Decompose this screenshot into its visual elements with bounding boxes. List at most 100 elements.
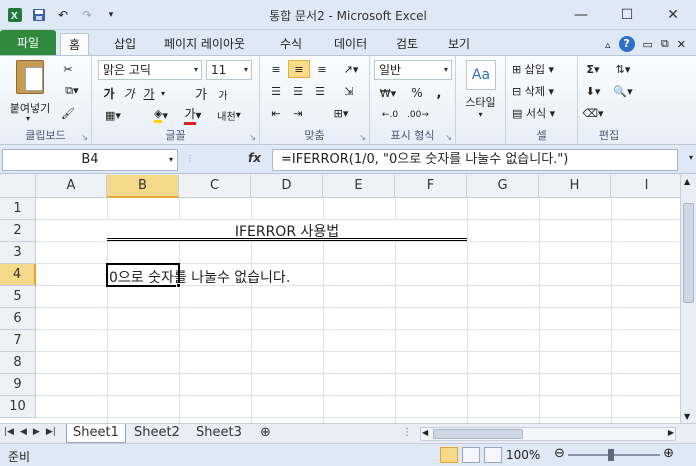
column-header-h[interactable]: H [539, 175, 611, 198]
fill-icon[interactable]: ⬇▾ [582, 82, 604, 100]
merge-center-icon[interactable]: ⊞▾ [326, 104, 356, 122]
tab-insert[interactable]: 삽입 [106, 33, 144, 56]
tab-split-icon[interactable]: ⋮ [402, 427, 412, 438]
page-layout-view-icon[interactable] [462, 447, 480, 463]
font-color-button[interactable]: 가 ▾ [180, 106, 206, 125]
sheet-tab-sheet1[interactable]: Sheet1 [66, 424, 126, 443]
normal-view-icon[interactable] [440, 447, 458, 463]
name-box[interactable]: B4 ▾ [2, 149, 178, 171]
horizontal-scrollbar[interactable]: ◀ ▶ [420, 427, 676, 441]
bold-button[interactable]: 가 [100, 84, 118, 102]
worksheet-grid[interactable]: A B C D E F G H I 1 2 3 4 5 6 7 8 9 10 I… [0, 175, 680, 423]
sheet-tab-sheet2[interactable]: Sheet2 [128, 424, 186, 443]
horizontal-scroll-thumb[interactable] [433, 429, 523, 439]
align-right-icon[interactable]: ☰ [310, 82, 330, 100]
next-sheet-icon[interactable]: ▶ [33, 427, 40, 437]
autosum-icon[interactable]: Σ▾ [582, 60, 604, 78]
row-header-4[interactable]: 4 [0, 264, 36, 286]
column-header-b[interactable]: B [107, 175, 179, 198]
delete-cells-button[interactable]: ⊟ 삭제 ▾ [512, 82, 574, 100]
close-button[interactable]: ✕ [650, 0, 696, 30]
border-button[interactable]: ▦▾ [100, 106, 126, 124]
maximize-button[interactable]: ☐ [604, 0, 650, 30]
prev-sheet-icon[interactable]: ◀ [20, 427, 27, 437]
row-header-10[interactable]: 10 [0, 396, 36, 418]
row-header-1[interactable]: 1 [0, 198, 36, 220]
title-merged-cell[interactable]: IFERROR 사용법 [107, 220, 467, 241]
paste-button[interactable]: 붙여넣기 ▾ [8, 60, 50, 123]
column-header-f[interactable]: F [395, 175, 467, 198]
row-header-6[interactable]: 6 [0, 308, 36, 330]
fill-color-button[interactable]: ◈ ▾ [148, 106, 174, 124]
active-cell-b4[interactable] [106, 263, 180, 287]
tab-page-layout[interactable]: 페이지 레이아웃 [156, 33, 253, 56]
sort-filter-icon[interactable]: ⇅▾ [610, 60, 636, 78]
align-left-icon[interactable]: ☰ [266, 82, 286, 100]
insert-function-button[interactable]: fx [248, 151, 261, 165]
phonetic-button[interactable]: 내천 ▾ [214, 106, 244, 124]
tab-file[interactable]: 파일 [0, 30, 56, 56]
zoom-out-icon[interactable]: ⊖ [554, 446, 565, 461]
percent-style-button[interactable]: % [408, 84, 426, 102]
tab-home[interactable]: 홈 [60, 33, 90, 56]
insert-cells-button[interactable]: ⊞ 삽입 ▾ [512, 60, 574, 78]
find-select-icon[interactable]: 🔍▾ [610, 82, 636, 100]
zoom-knob[interactable] [608, 449, 614, 461]
tab-view[interactable]: 보기 [440, 33, 478, 56]
decrease-decimal-icon[interactable]: .00→ [406, 106, 430, 124]
scroll-down-icon[interactable]: ▼ [684, 412, 690, 421]
select-all-button[interactable] [0, 175, 36, 198]
first-sheet-icon[interactable]: |◀ [4, 427, 14, 437]
clear-icon[interactable]: ⌫▾ [582, 104, 604, 122]
align-middle-icon[interactable]: ≡ [288, 60, 310, 78]
fill-handle[interactable] [176, 283, 181, 288]
zoom-level[interactable]: 100% [506, 448, 540, 462]
vertical-scroll-thumb[interactable] [683, 203, 694, 303]
styles-icon[interactable]: Aa [466, 60, 496, 90]
comma-style-button[interactable]: , [430, 84, 448, 102]
column-header-g[interactable]: G [467, 175, 539, 198]
wrap-text-icon[interactable]: ⇲ [338, 82, 360, 100]
tab-formulas[interactable]: 수식 [272, 33, 310, 56]
column-header-c[interactable]: C [179, 175, 251, 198]
styles-button-label[interactable]: 스타일 [456, 94, 505, 110]
page-break-view-icon[interactable] [484, 447, 502, 463]
row-header-3[interactable]: 3 [0, 242, 36, 264]
zoom-in-icon[interactable]: ⊕ [663, 446, 674, 461]
grow-font-button[interactable]: 가 [192, 84, 210, 103]
tab-data[interactable]: 데이터 [326, 33, 375, 56]
underline-dropdown-icon[interactable]: ▾ [158, 84, 168, 102]
align-center-icon[interactable]: ☰ [288, 82, 308, 100]
zoom-slider[interactable]: ⊖ ⊕ [554, 446, 674, 461]
shrink-font-button[interactable]: 가 [214, 86, 232, 102]
formula-input[interactable]: =IFERROR(1/0, "0으로 숫자를 나눌수 없습니다.") [272, 149, 678, 171]
increase-decimal-icon[interactable]: ←.0 [378, 106, 402, 124]
close-workbook-icon[interactable]: ✕ [677, 38, 686, 51]
styles-dropdown-icon[interactable]: ▾ [456, 110, 505, 119]
italic-button[interactable]: 가 [120, 84, 138, 102]
alignment-expand-icon[interactable]: ↘ [359, 133, 366, 142]
row-header-8[interactable]: 8 [0, 352, 36, 374]
format-painter-icon[interactable]: 🖌 [58, 104, 78, 122]
font-size-combo[interactable]: 11 ▾ [206, 60, 252, 80]
font-expand-icon[interactable]: ↘ [249, 133, 256, 142]
decrease-indent-icon[interactable]: ⇤ [266, 104, 286, 122]
cut-icon[interactable]: ✂ [58, 60, 78, 78]
underline-button[interactable]: 가 [140, 84, 158, 102]
minimize-button[interactable]: — [558, 0, 604, 30]
row-header-9[interactable]: 9 [0, 374, 36, 396]
column-header-i[interactable]: I [611, 175, 680, 198]
align-bottom-icon[interactable]: ≡ [312, 60, 332, 78]
collapse-ribbon-icon[interactable]: ▵ [605, 38, 611, 51]
column-header-d[interactable]: D [251, 175, 323, 198]
orientation-icon[interactable]: ↗▾ [338, 60, 364, 78]
format-cells-button[interactable]: ▤ 서식 ▾ [512, 104, 574, 122]
column-header-e[interactable]: E [323, 175, 395, 198]
number-format-combo[interactable]: 일반 ▾ [374, 60, 452, 80]
scroll-up-icon[interactable]: ▲ [684, 177, 690, 186]
copy-icon[interactable]: ⧉▾ [58, 82, 86, 100]
tab-review[interactable]: 검토 [388, 33, 426, 56]
insert-sheet-icon[interactable]: ⊕ [254, 424, 277, 443]
clipboard-expand-icon[interactable]: ↘ [81, 133, 88, 142]
row-header-7[interactable]: 7 [0, 330, 36, 352]
